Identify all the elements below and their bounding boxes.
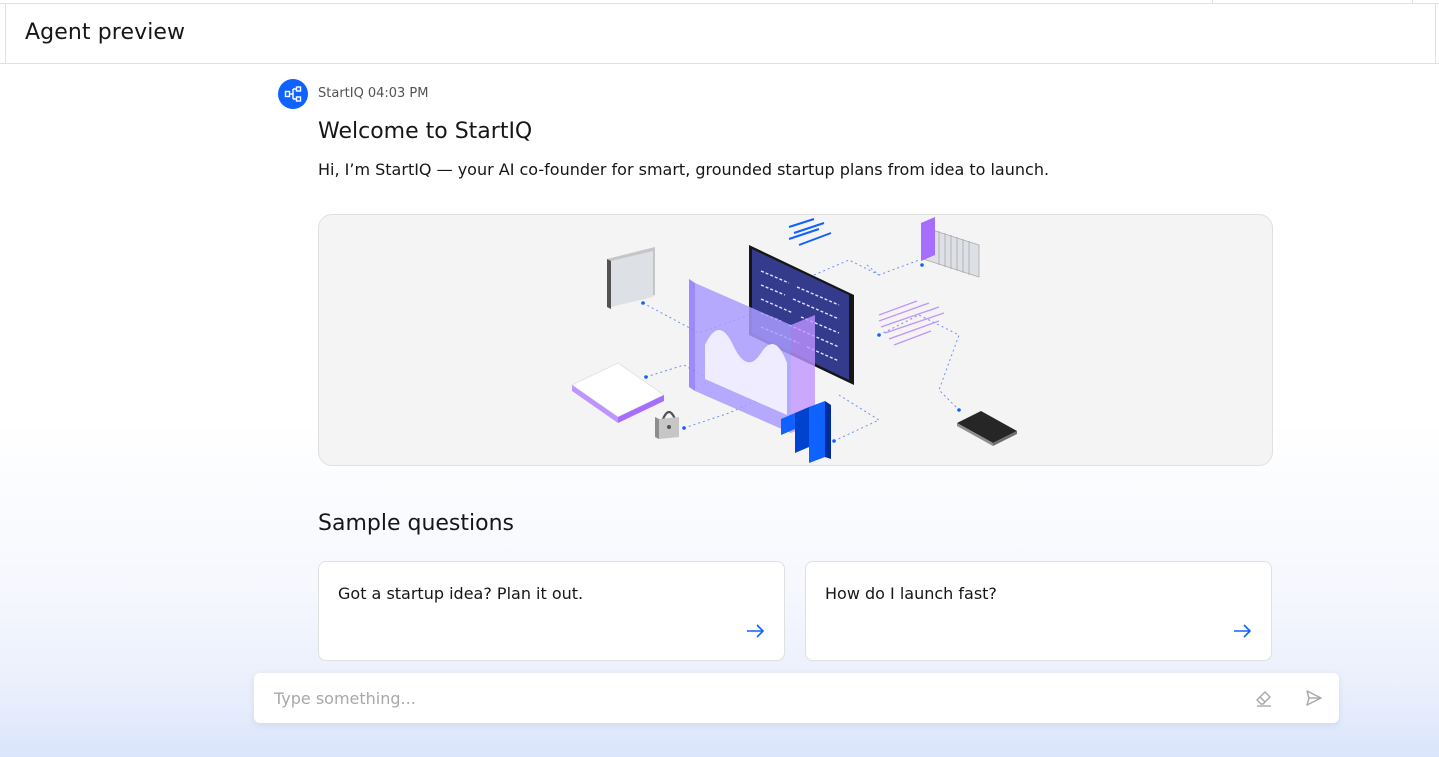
agent-avatar	[278, 79, 308, 109]
sender-name: StartIQ	[318, 86, 364, 101]
welcome-text: Hi, I’m StartIQ — your AI co-founder for…	[318, 160, 1050, 179]
message-meta: StartIQ 04:03 PM	[318, 86, 432, 101]
arrow-right-icon	[1234, 624, 1252, 638]
clear-button[interactable]	[1252, 686, 1276, 710]
eraser-icon	[1256, 691, 1271, 707]
preview-header: Agent preview	[0, 4, 1439, 64]
sample-question-card[interactable]: How do I launch fast?	[805, 561, 1272, 661]
send-icon	[1306, 690, 1322, 706]
header-rule	[1435, 4, 1436, 63]
sample-question-card[interactable]: Got a startup idea? Plan it out.	[318, 561, 785, 661]
message-time: 04:03 PM	[367, 86, 429, 101]
message-input[interactable]	[254, 673, 1234, 723]
sample-question-label: How do I launch fast?	[825, 584, 997, 603]
sample-question-label: Got a startup idea? Plan it out.	[338, 584, 584, 603]
header-rule	[5, 4, 6, 63]
sample-questions-title: Sample questions	[318, 511, 514, 536]
hero-illustration	[318, 214, 1273, 466]
send-button[interactable]	[1302, 686, 1326, 710]
message-composer	[254, 673, 1339, 723]
welcome-title: Welcome to StartIQ	[318, 119, 533, 144]
page-title: Agent preview	[25, 20, 186, 45]
arrow-right-icon	[747, 624, 765, 638]
isometric-tech-illustration	[571, 217, 1017, 463]
flow-diagram-icon	[284, 86, 302, 102]
